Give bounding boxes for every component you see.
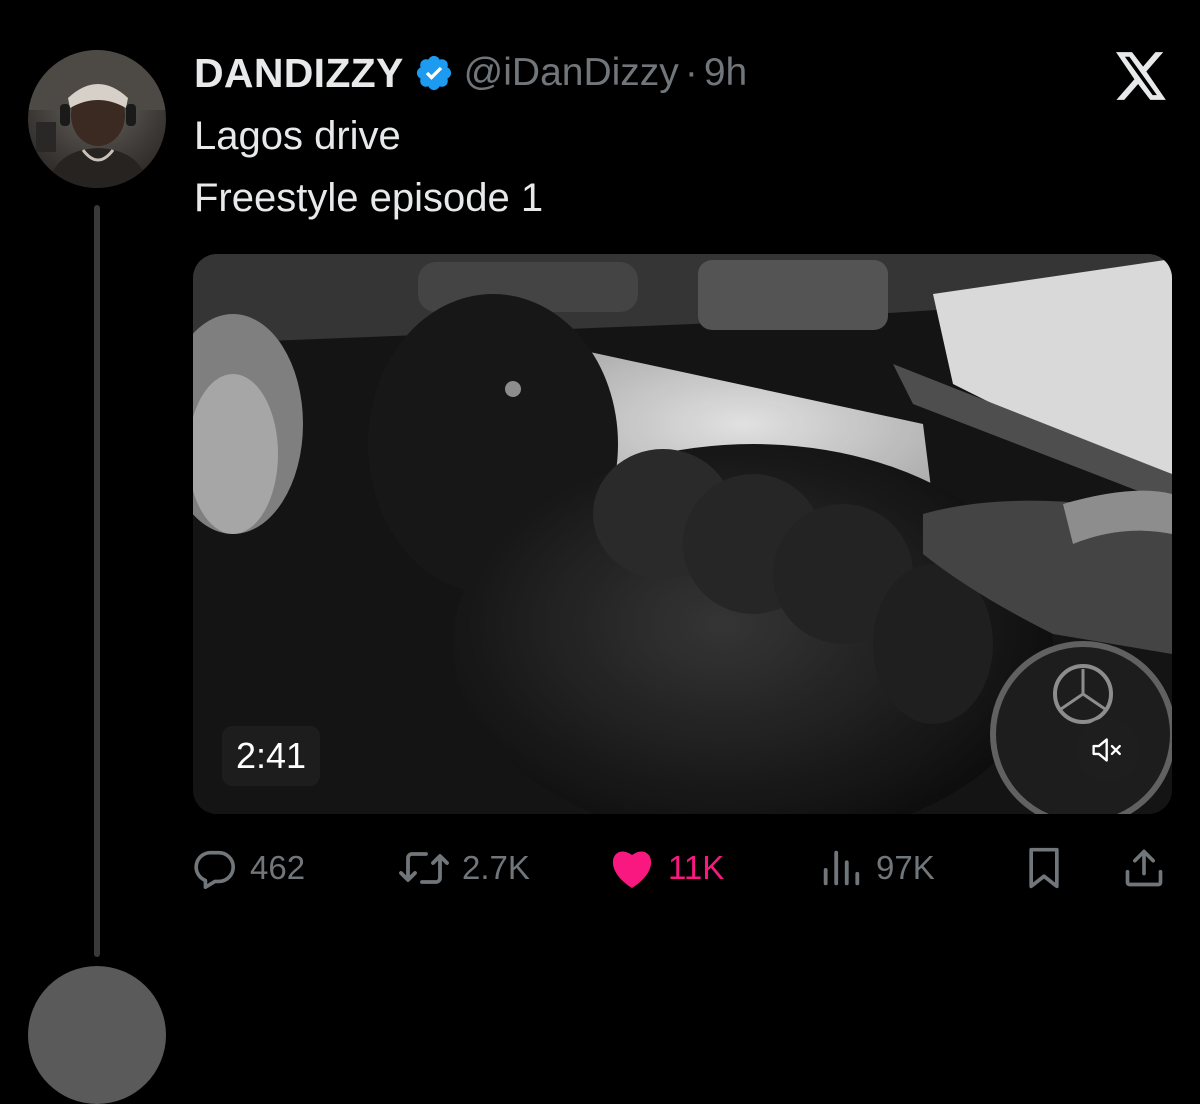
share-button[interactable] [1122,838,1166,898]
reply-button[interactable]: 462 [192,838,305,898]
next-reply-avatar[interactable] [28,966,166,1104]
tweet-text-line-1: Lagos drive [194,114,401,158]
like-button[interactable]: 11K [608,838,724,898]
avatar-image [28,50,166,188]
bar-chart-icon [823,850,860,886]
like-count: 11K [668,849,725,886]
reply-count: 462 [250,849,306,886]
retweet-count: 2.7K [462,849,530,886]
retweet-icon [399,852,449,884]
video-duration-badge: 2:41 [222,726,321,786]
bookmark-button[interactable] [1024,838,1064,898]
heart-filled-icon [612,851,652,888]
video-thumbnail [193,254,1172,814]
speaker-muted-icon [1092,738,1121,762]
author-handle[interactable]: @iDanDizzy [464,51,679,95]
bookmark-icon [1029,847,1059,889]
tweet-header: DANDIZZY @iDanDizzy · 9h [194,48,747,98]
author-display-name[interactable]: DANDIZZY [194,50,404,97]
x-logo-icon [1116,52,1168,100]
tweet-timestamp[interactable]: 9h [704,51,747,95]
reply-bubble-icon [194,850,235,889]
tweet-text-line-2: Freestyle episode 1 [194,176,544,220]
share-upload-icon [1125,849,1163,887]
views-button[interactable]: 97K [818,838,935,898]
views-count: 97K [876,849,935,886]
retweet-button[interactable]: 2.7K [398,838,530,898]
verified-badge-icon [414,53,454,93]
video-player[interactable] [193,254,1172,814]
header-separator: · [684,51,698,94]
author-avatar[interactable] [28,50,166,188]
tweet-actions-bar: 462 2.7K 11K 97K [0,838,1200,898]
mute-toggle-button[interactable] [1076,718,1140,782]
